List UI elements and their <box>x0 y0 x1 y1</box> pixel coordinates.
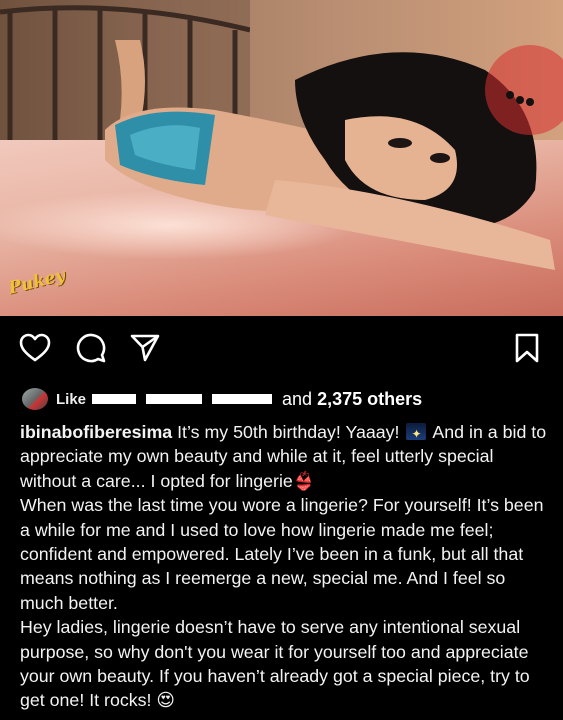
liked-by-label: Like <box>56 390 87 408</box>
caption-username[interactable]: ibinabofiberesima <box>20 422 172 442</box>
bookmark-icon[interactable] <box>510 331 544 365</box>
night-sky-emoji-icon <box>406 422 427 446</box>
redacted-username <box>212 394 273 404</box>
caption-text: Hey ladies, lingerie doesn’t have to ser… <box>20 617 530 711</box>
redacted-username <box>146 394 203 404</box>
bikini-emoji-icon: 👙 <box>292 470 315 491</box>
heart-eyes-emoji-icon: 😍 <box>156 690 175 711</box>
post-image[interactable]: Pukey <box>0 0 563 316</box>
post-caption: ibinabofiberesima It’s my 50th birthday!… <box>20 420 548 713</box>
liker-avatar[interactable] <box>22 388 48 410</box>
caption-text: It’s my 50th birthday! Yaaay! <box>172 422 405 442</box>
post-action-bar <box>0 316 563 378</box>
caption-paragraph-3: Hey ladies, lingerie doesn’t have to ser… <box>20 615 548 713</box>
comment-icon[interactable] <box>74 331 108 365</box>
send-icon[interactable] <box>128 331 162 365</box>
likes-summary[interactable]: Like and 2,375 others <box>22 386 542 412</box>
photo-red-light <box>485 45 563 135</box>
likes-others: 2,375 others <box>317 388 423 409</box>
caption-paragraph-2: When was the last time you wore a linger… <box>20 495 544 613</box>
likes-count[interactable]: and 2,375 others <box>282 389 422 410</box>
caption-paragraph-1: ibinabofiberesima It’s my 50th birthday!… <box>20 420 548 493</box>
heart-icon[interactable] <box>18 331 52 365</box>
likes-prefix: and <box>282 388 318 409</box>
redacted-username <box>92 394 137 404</box>
